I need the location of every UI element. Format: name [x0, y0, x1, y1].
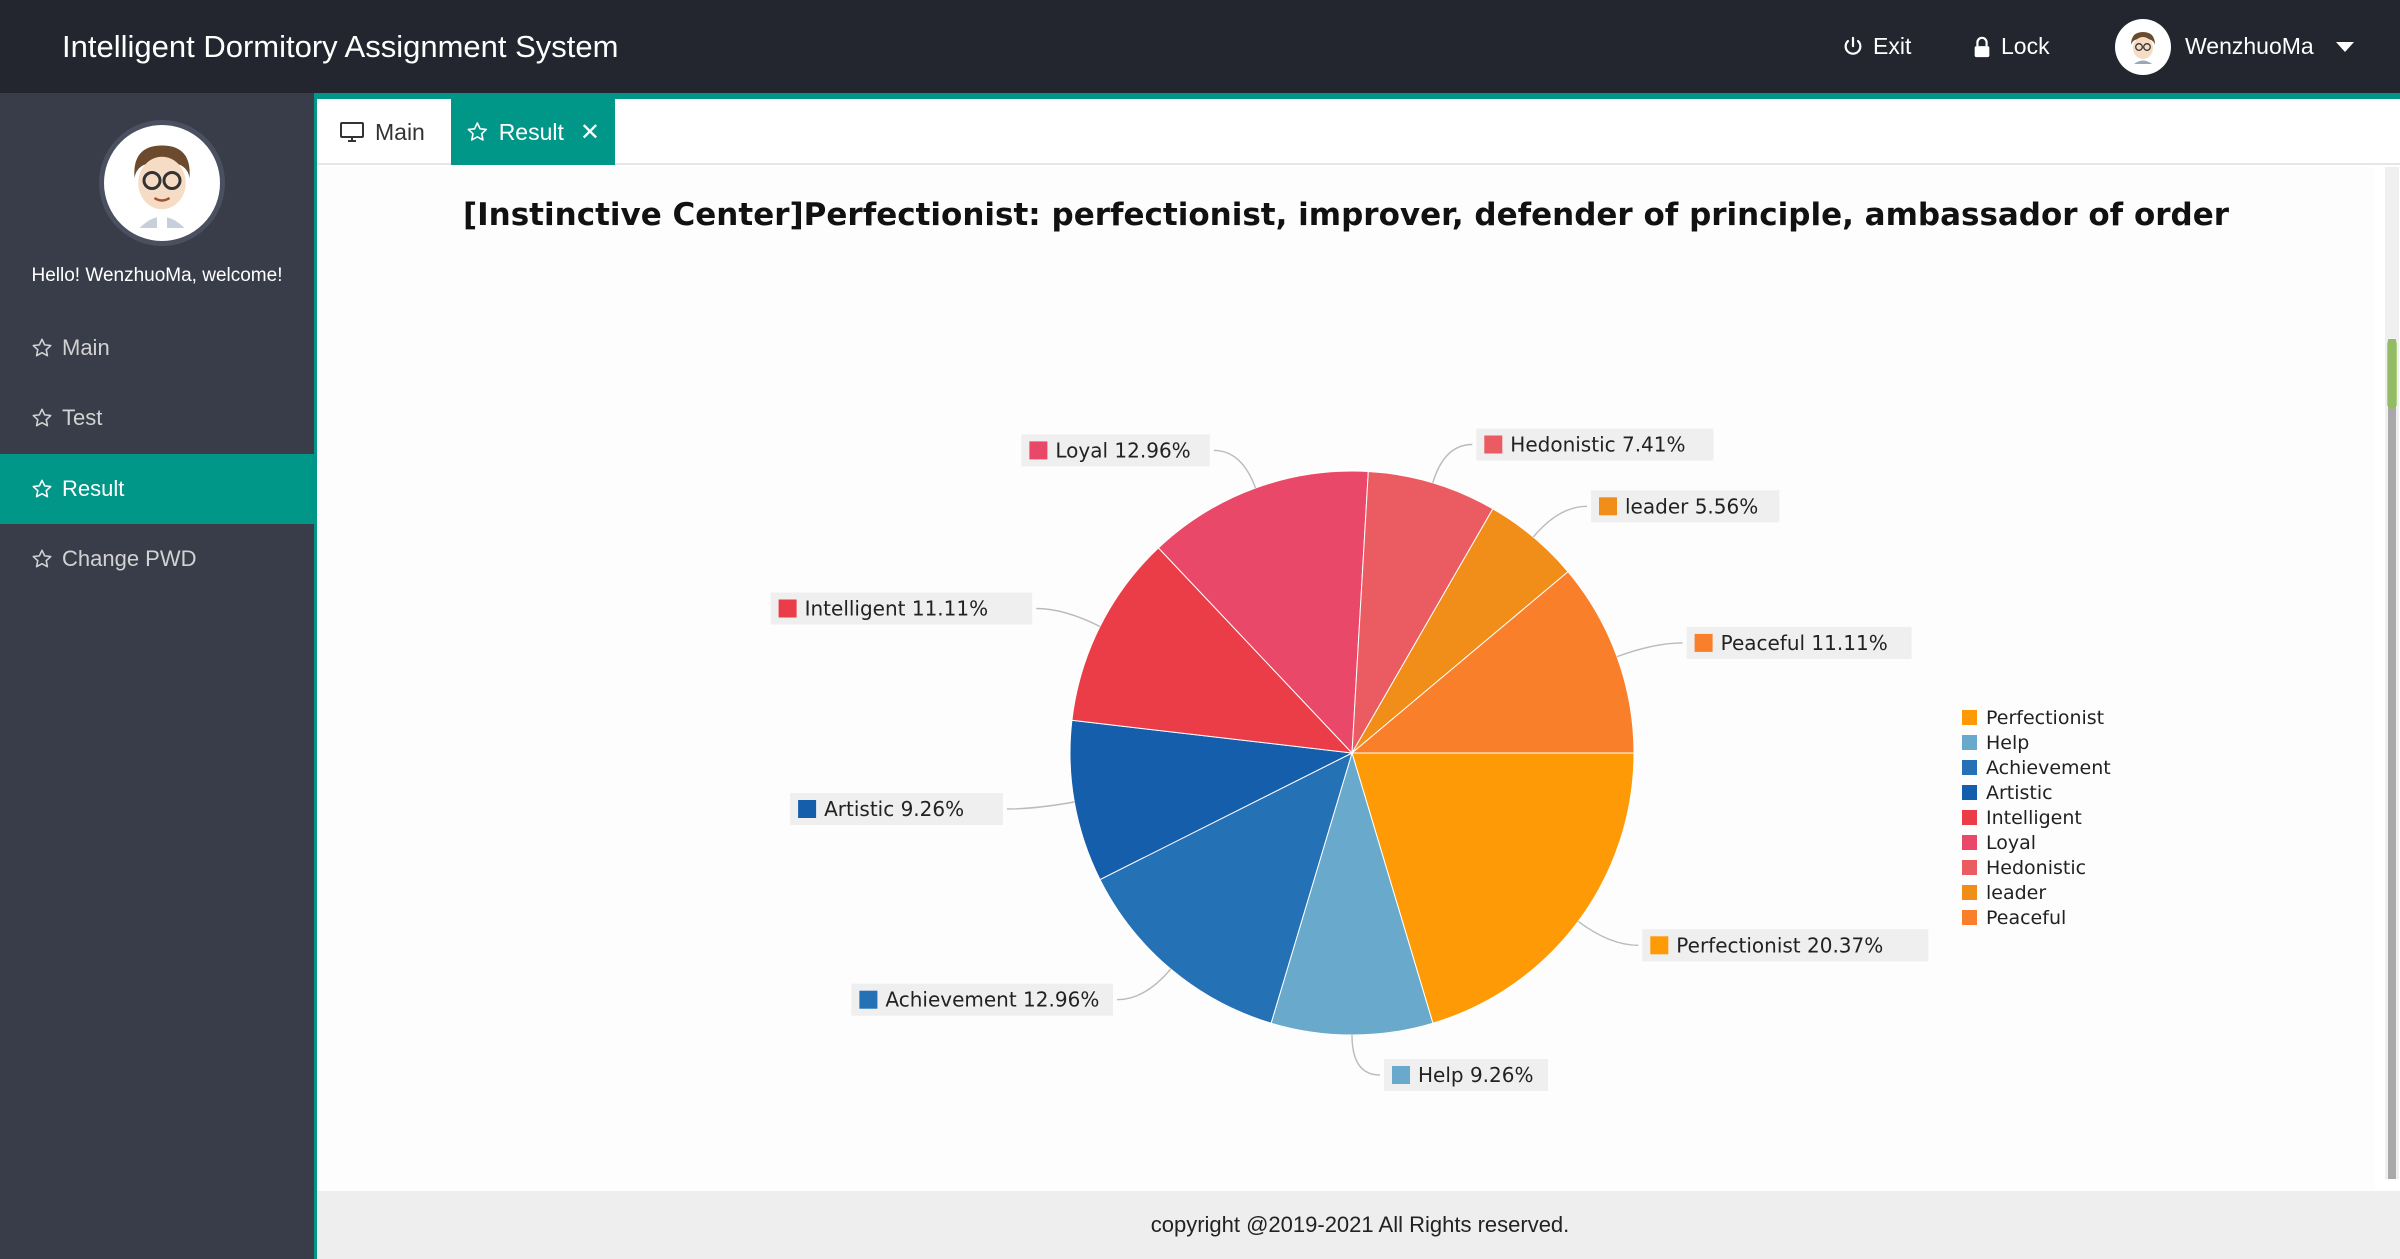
label-leader-line — [1006, 801, 1075, 810]
legend-swatch — [1962, 710, 1977, 725]
legend-swatch — [1962, 760, 1977, 775]
tab-label: Main — [375, 118, 425, 145]
star-outline-icon — [467, 122, 488, 141]
legend-swatch — [1962, 785, 1977, 800]
caret-down-icon — [2335, 41, 2354, 52]
star-outline-icon — [32, 338, 52, 357]
sidebar: Hello! WenzhuoMa, welcome! Main Test Res… — [0, 93, 314, 1259]
legend-swatch — [1962, 860, 1977, 875]
label-leader-line — [1577, 920, 1639, 946]
exit-label: Exit — [1873, 33, 1912, 59]
data-label-swatch — [1599, 497, 1617, 516]
tab-label: Result — [498, 118, 564, 145]
legend-item: Hedonistic — [1986, 857, 2086, 879]
welcome-text: Hello! WenzhuoMa, welcome! — [31, 265, 283, 286]
data-label: Intelligent 11.11% — [805, 597, 989, 621]
data-label-swatch — [859, 990, 878, 1009]
legend-item: Achievement — [1986, 757, 2111, 779]
data-label: Achievement 12.96% — [885, 988, 1099, 1012]
data-label: Help 9.26% — [1418, 1063, 1534, 1087]
legend-swatch — [1962, 910, 1977, 925]
label-leader-line — [1213, 449, 1257, 489]
data-label-swatch — [1029, 441, 1048, 460]
footer-copyright: copyright @2019-2021 All Rights reserved… — [317, 1191, 2400, 1259]
pie-chart: Perfectionist 20.37% Help 9.26% Achievemen… — [770, 428, 2111, 1091]
sidebar-item-result[interactable]: Result — [0, 454, 314, 524]
power-icon — [1844, 36, 1862, 55]
data-label-swatch — [778, 599, 797, 618]
app-title: Intelligent Dormitory Assignment System — [62, 29, 619, 64]
scrollbar-thumb[interactable] — [2387, 339, 2397, 409]
star-outline-icon — [32, 479, 52, 498]
vertical-scrollbar[interactable] — [2385, 167, 2399, 1179]
legend-item: Perfectionist — [1986, 707, 2104, 729]
content-area: Main Result ✕ [Instinctive Center]Perfec… — [314, 99, 2400, 1259]
label-leader-line — [1616, 642, 1683, 658]
data-label-swatch — [1650, 936, 1669, 955]
scrollbar-track[interactable] — [2388, 339, 2396, 1179]
sidebar-item-test[interactable]: Test — [0, 383, 314, 453]
sidebar-item-label: Result — [62, 476, 125, 501]
legend-item: Artistic — [1986, 782, 2053, 804]
sidebar-item-change-pwd[interactable]: Change PWD — [0, 524, 314, 594]
legend-swatch — [1962, 735, 1977, 750]
top-header: Intelligent Dormitory Assignment System … — [0, 0, 2400, 93]
label-leader-line — [1351, 1034, 1381, 1076]
sidebar-item-label: Test — [62, 405, 103, 430]
legend-item: Help — [1986, 732, 2029, 754]
data-label-swatch — [1484, 435, 1503, 454]
legend-swatch — [1962, 835, 1977, 850]
data-label: Perfectionist 20.37% — [1676, 933, 1883, 957]
legend-swatch — [1962, 810, 1977, 825]
legend-swatch — [1962, 885, 1977, 900]
label-leader-line — [1532, 505, 1588, 538]
exit-button[interactable]: Exit — [1842, 0, 1911, 93]
close-icon[interactable]: ✕ — [580, 118, 600, 147]
star-outline-icon — [32, 549, 52, 568]
label-leader-line — [1432, 443, 1473, 484]
data-label-swatch — [1392, 1066, 1410, 1084]
label-leader-line — [1036, 607, 1101, 628]
header-avatar — [2115, 18, 2171, 75]
sidebar-item-label: Main — [62, 335, 110, 360]
data-label: Loyal 12.96% — [1055, 438, 1190, 462]
lock-icon — [1974, 36, 1990, 57]
data-label: leader 5.56% — [1625, 494, 1758, 518]
legend-item: Peaceful — [1986, 907, 2066, 929]
legend-item: leader — [1986, 882, 2046, 904]
chart-panel: [Instinctive Center]Perfectionist: perfe… — [317, 167, 2375, 1191]
tab-main[interactable]: Main — [317, 99, 451, 165]
legend-item: Intelligent — [1986, 807, 2082, 829]
user-avatar-icon — [2131, 31, 2155, 64]
data-label: Peaceful 11.11% — [1721, 631, 1888, 655]
star-outline-icon — [32, 408, 52, 427]
username: WenzhuoMa — [2185, 33, 2314, 59]
tab-bar: Main Result ✕ — [317, 99, 2400, 165]
monitor-icon — [340, 122, 364, 142]
tab-result[interactable]: Result ✕ — [451, 99, 615, 165]
user-avatar-icon — [134, 145, 190, 228]
lock-button[interactable]: Lock — [1972, 0, 2050, 93]
label-leader-line — [1116, 968, 1172, 1001]
user-menu[interactable]: WenzhuoMa — [2115, 0, 2354, 93]
legend-item: Loyal — [1986, 832, 2036, 854]
data-label: Artistic 9.26% — [824, 797, 964, 821]
sidebar-item-label: Change PWD — [62, 546, 197, 571]
sidebar-avatar — [99, 120, 225, 246]
data-label-swatch — [798, 800, 817, 818]
sidebar-item-main[interactable]: Main — [0, 313, 314, 383]
data-label-swatch — [1694, 633, 1713, 652]
data-label: Hedonistic 7.41% — [1510, 433, 1685, 457]
lock-label: Lock — [2001, 33, 2050, 59]
